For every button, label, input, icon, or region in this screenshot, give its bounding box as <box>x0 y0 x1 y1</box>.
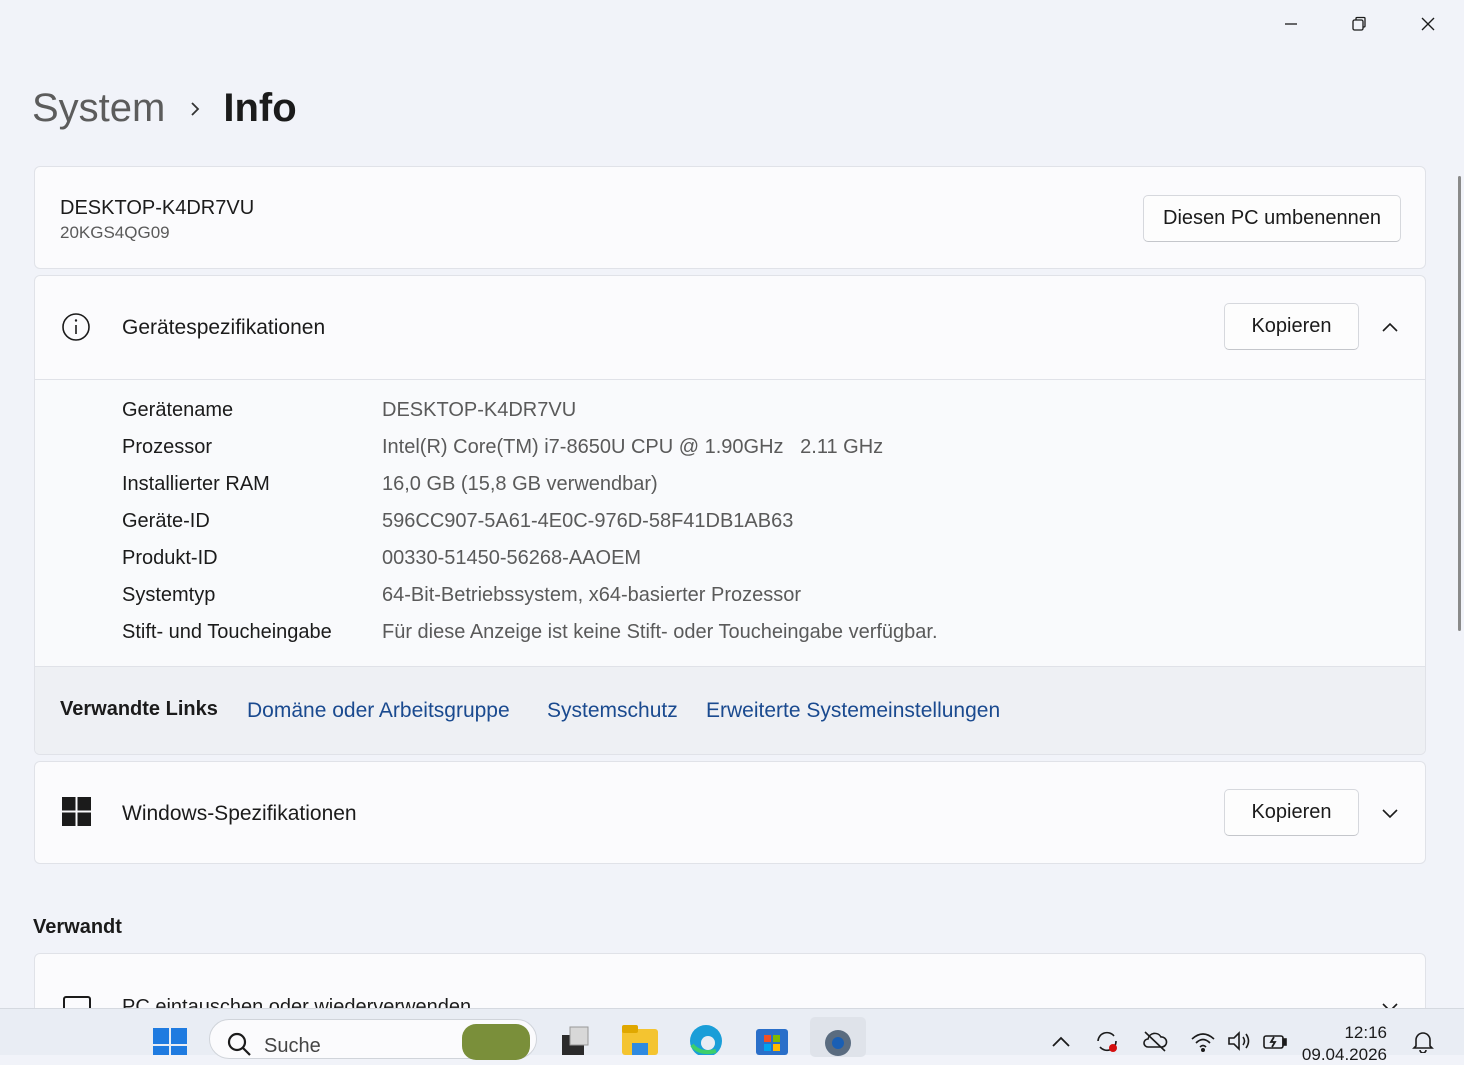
start-icon[interactable] <box>152 1027 188 1055</box>
spec-value[interactable]: DESKTOP-K4DR7VU <box>382 399 576 429</box>
search-icon <box>227 1032 251 1056</box>
spec-label: Stift- und Toucheingabe <box>122 621 332 643</box>
minimize-icon <box>1285 23 1297 25</box>
rename-pc-button[interactable]: Diesen PC umbenennen <box>1143 195 1401 242</box>
info-icon <box>62 313 90 341</box>
volume-icon[interactable] <box>1226 1029 1252 1053</box>
device-specs-body: Gerätename DESKTOP-K4DR7VU Prozessor Int… <box>35 380 1425 666</box>
chevron-up-icon[interactable] <box>1379 316 1401 338</box>
spec-row-system-type: Systemtyp 64-Bit-Betriebssystem, x64-bas… <box>122 584 801 614</box>
breadcrumb: System Info <box>32 86 297 131</box>
windows-specs-title: Windows-Spezifikationen <box>122 802 357 825</box>
clock-date[interactable]: 09.04.2026 <box>1302 1045 1387 1065</box>
battery-icon[interactable] <box>1262 1029 1288 1053</box>
minimize-button[interactable] <box>1268 6 1314 42</box>
link-system-protection[interactable]: Systemschutz <box>547 699 678 723</box>
related-links-title: Verwandte Links <box>60 698 218 720</box>
windows-logo-icon <box>62 797 91 826</box>
close-button[interactable] <box>1405 6 1451 42</box>
store-icon[interactable] <box>752 1021 792 1055</box>
spec-value[interactable]: 596CC907-5A61-4E0C-976D-58F41DB1AB63 <box>382 510 793 540</box>
scrollbar[interactable] <box>1458 176 1461 631</box>
spec-row-device-name: Gerätename DESKTOP-K4DR7VU <box>122 399 576 429</box>
spec-row-product-id: Produkt-ID 00330-51450-56268-AAOEM <box>122 547 641 577</box>
settings-taskbar-button[interactable] <box>810 1017 866 1057</box>
spec-value[interactable]: Für diese Anzeige ist keine Stift- oder … <box>382 621 938 651</box>
cloud-off-icon[interactable] <box>1142 1029 1168 1053</box>
spec-label: Gerätename <box>122 399 234 421</box>
spec-label: Systemtyp <box>122 584 216 606</box>
copy-device-specs-button[interactable]: Kopieren <box>1224 303 1359 350</box>
device-specs-title: Gerätespezifikationen <box>122 316 326 339</box>
title-bar <box>0 0 1464 48</box>
link-domain-workgroup[interactable]: Domäne oder Arbeitsgruppe <box>247 699 510 723</box>
spec-row-ram: Installierter RAM 16,0 GB (15,8 GB verwe… <box>122 473 658 503</box>
device-specs-header[interactable]: Gerätespezifikationen Kopieren <box>35 276 1425 380</box>
wifi-icon[interactable] <box>1190 1029 1216 1053</box>
spec-value[interactable]: 00330-51450-56268-AAOEM <box>382 547 641 577</box>
close-icon <box>1421 17 1435 31</box>
link-advanced-system-settings[interactable]: Erweiterte Systemeinstellungen <box>706 699 1000 723</box>
spec-value[interactable]: 64-Bit-Betriebssystem, x64-basierter Pro… <box>382 584 801 614</box>
related-links-bar: Verwandte Links Domäne oder Arbeitsgrupp… <box>35 666 1425 754</box>
search-highlight-image <box>462 1024 530 1060</box>
pc-name: DESKTOP-K4DR7VU <box>60 197 255 219</box>
spec-row-device-id: Geräte-ID 596CC907-5A61-4E0C-976D-58F41D… <box>122 510 793 540</box>
taskbar: Suche 12:16 09.04.2026 <box>0 1008 1464 1064</box>
spec-row-pen-touch: Stift- und Toucheingabe Für diese Anzeig… <box>122 621 938 651</box>
spec-row-processor: Prozessor Intel(R) Core(TM) i7-8650U CPU… <box>122 436 883 466</box>
related-section-title: Verwandt <box>33 916 122 938</box>
taskbar-search[interactable]: Suche <box>209 1019 537 1060</box>
sync-icon[interactable] <box>1094 1029 1120 1053</box>
pc-model: 20KGS4QG09 <box>60 223 170 242</box>
spec-label: Produkt-ID <box>122 547 218 569</box>
page-title: Info <box>223 86 297 130</box>
copy-windows-specs-button[interactable]: Kopieren <box>1224 789 1359 836</box>
spec-value[interactable]: 16,0 GB (15,8 GB verwendbar) <box>382 473 658 503</box>
spec-label: Prozessor <box>122 436 213 458</box>
windows-specs-card[interactable]: Windows-Spezifikationen Kopieren <box>34 761 1426 864</box>
pc-name-card: DESKTOP-K4DR7VU 20KGS4QG09 Diesen PC umb… <box>34 166 1426 269</box>
spec-label: Installierter RAM <box>122 473 270 495</box>
chevron-down-icon[interactable] <box>1379 802 1401 824</box>
clock-time[interactable]: 12:16 <box>1344 1023 1387 1043</box>
breadcrumb-system[interactable]: System <box>32 86 165 131</box>
restore-button[interactable] <box>1336 6 1382 42</box>
edge-icon[interactable] <box>686 1021 726 1055</box>
file-explorer-icon[interactable] <box>620 1021 660 1055</box>
spec-label: Geräte-ID <box>122 510 210 532</box>
spec-value[interactable]: Intel(R) Core(TM) i7-8650U CPU @ 1.90GHz… <box>382 436 883 466</box>
search-placeholder: Suche <box>264 1035 321 1057</box>
chevron-up-icon[interactable] <box>1048 1029 1074 1053</box>
chevron-right-icon <box>189 100 201 118</box>
device-specs-card: Gerätespezifikationen Kopieren Gerätenam… <box>34 275 1426 755</box>
restore-icon <box>1352 16 1366 31</box>
settings-icon <box>825 1030 851 1056</box>
task-view-icon[interactable] <box>554 1021 594 1055</box>
bell-icon[interactable] <box>1410 1029 1436 1053</box>
